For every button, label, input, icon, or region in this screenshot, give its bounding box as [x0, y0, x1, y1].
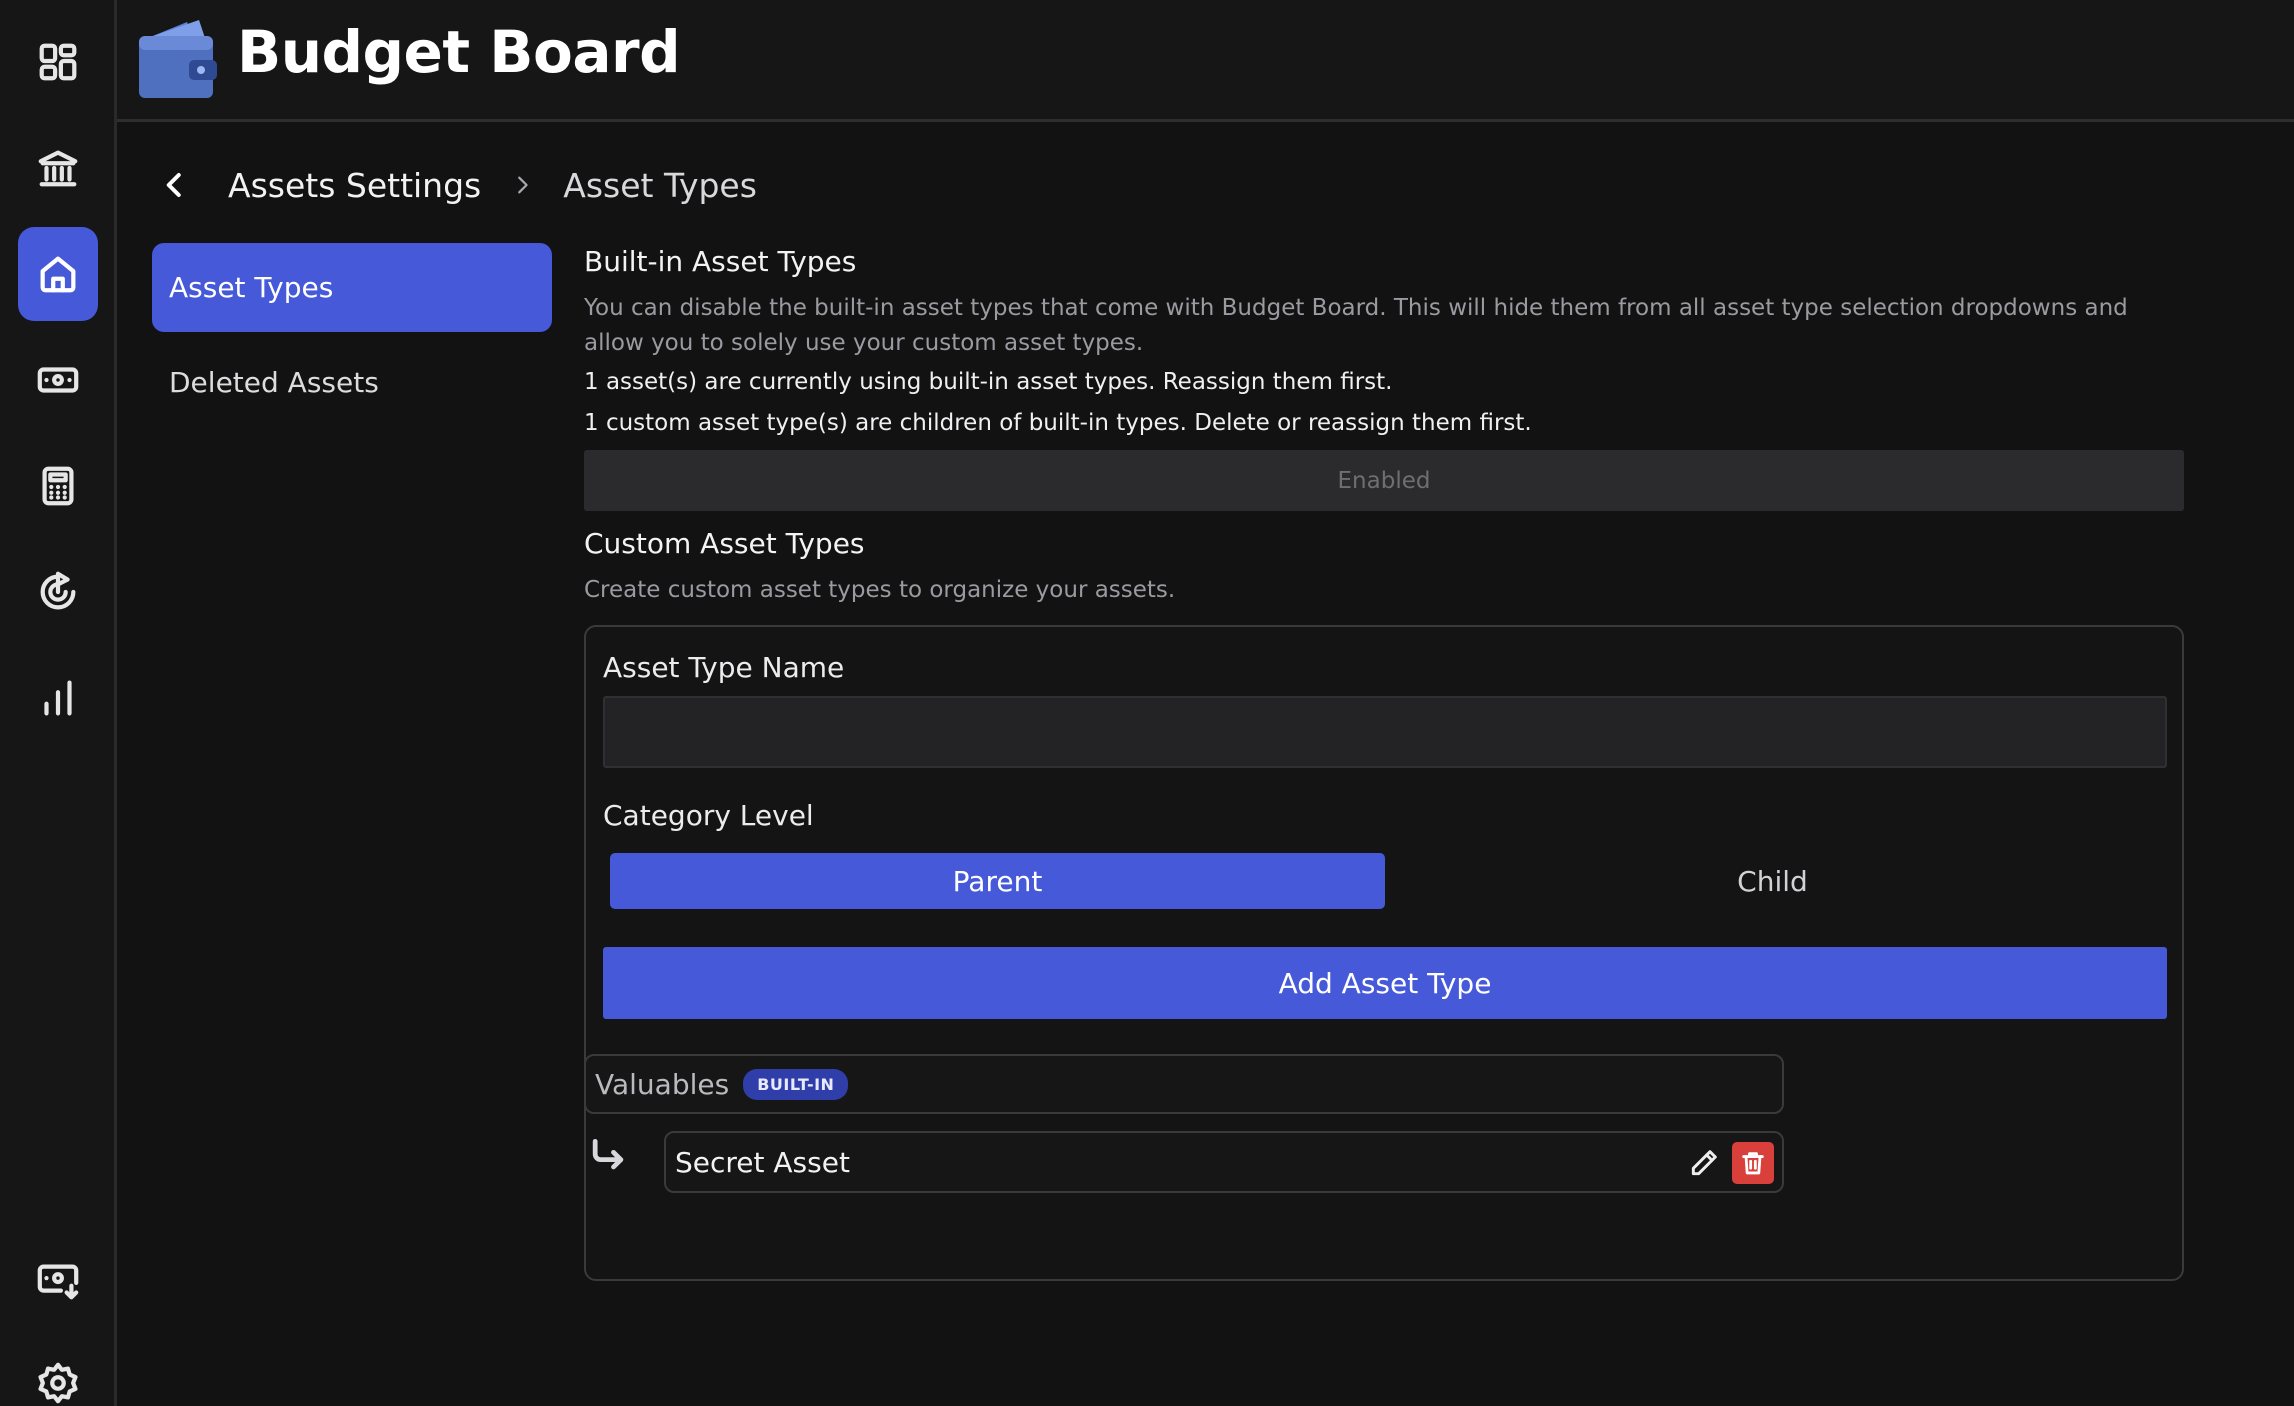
nav-goals[interactable]	[18, 545, 98, 639]
nav-budgets[interactable]	[18, 439, 98, 533]
import-money-icon	[37, 1264, 79, 1300]
child-asset-type-row: Secret Asset	[664, 1131, 1784, 1193]
nav-transactions[interactable]	[18, 333, 98, 427]
asset-type-name: Valuables	[595, 1067, 730, 1101]
money-icon	[37, 367, 79, 393]
nav-trends[interactable]	[18, 651, 98, 745]
delete-asset-type-button[interactable]	[1732, 1142, 1774, 1184]
breadcrumb: Assets Settings Asset Types	[160, 160, 757, 210]
nav-accounts[interactable]	[18, 121, 98, 215]
nav-import[interactable]	[18, 1234, 98, 1328]
builtin-description: You can disable the built-in asset types…	[584, 295, 2128, 356]
bar-chart-icon	[44, 680, 72, 716]
gear-icon	[38, 1362, 78, 1404]
nav-dashboard[interactable]	[18, 15, 98, 109]
category-option-parent[interactable]: Parent	[610, 853, 1385, 909]
subnav-item-deleted-assets[interactable]: Deleted Assets	[152, 338, 552, 427]
add-asset-type-button[interactable]: Add Asset Type	[603, 947, 2167, 1019]
asset-type-row: Valuables BUILT-IN	[584, 1054, 1784, 1114]
dashboard-icon	[39, 43, 77, 81]
child-arrow-icon	[586, 1134, 630, 1178]
custom-description: Create custom asset types to organize yo…	[584, 577, 1176, 603]
breadcrumb-item-asset-types: Asset Types	[563, 165, 757, 205]
builtin-section-title: Built-in Asset Types	[584, 245, 857, 278]
app-header: Budget Board	[117, 0, 2294, 122]
home-icon	[40, 256, 76, 293]
app-title: Budget Board	[237, 18, 681, 86]
calculator-icon	[42, 466, 74, 506]
asset-type-name-label: Asset Type Name	[603, 651, 845, 684]
chevron-right-icon	[511, 174, 533, 196]
nav-assets[interactable]	[18, 227, 98, 321]
category-level-selector: Parent Child	[610, 853, 2160, 909]
app-root: Budget Board Assets Settings Asset Types…	[0, 0, 2294, 1406]
trash-icon	[1742, 1152, 1764, 1175]
category-level-label: Category Level	[603, 799, 814, 832]
nav-settings[interactable]	[18, 1336, 98, 1406]
built-in-badge: BUILT-IN	[743, 1068, 849, 1100]
wallet-logo-icon	[139, 20, 217, 98]
builtin-warning-assets: 1 asset(s) are currently using built-in …	[584, 369, 1393, 395]
settings-subnav: Asset Types Deleted Assets	[152, 243, 552, 433]
custom-section-title: Custom Asset Types	[584, 527, 865, 560]
pencil-icon	[1691, 1150, 1717, 1176]
subnav-item-asset-types[interactable]: Asset Types	[152, 243, 552, 332]
child-asset-type-name: Secret Asset	[675, 1145, 850, 1179]
bank-icon	[38, 150, 78, 187]
goal-icon	[40, 571, 76, 610]
nav-rail	[0, 0, 117, 1406]
breadcrumb-item-assets-settings[interactable]: Assets Settings	[228, 166, 481, 205]
back-button[interactable]	[160, 160, 200, 210]
builtin-toggle-button[interactable]: Enabled	[584, 450, 2184, 511]
edit-asset-type-button[interactable]	[1688, 1147, 1720, 1179]
category-option-child[interactable]: Child	[1385, 853, 2160, 909]
asset-type-name-input[interactable]	[603, 696, 2167, 768]
builtin-warning-children: 1 custom asset type(s) are children of b…	[584, 410, 1532, 436]
chevron-left-icon	[166, 173, 181, 197]
